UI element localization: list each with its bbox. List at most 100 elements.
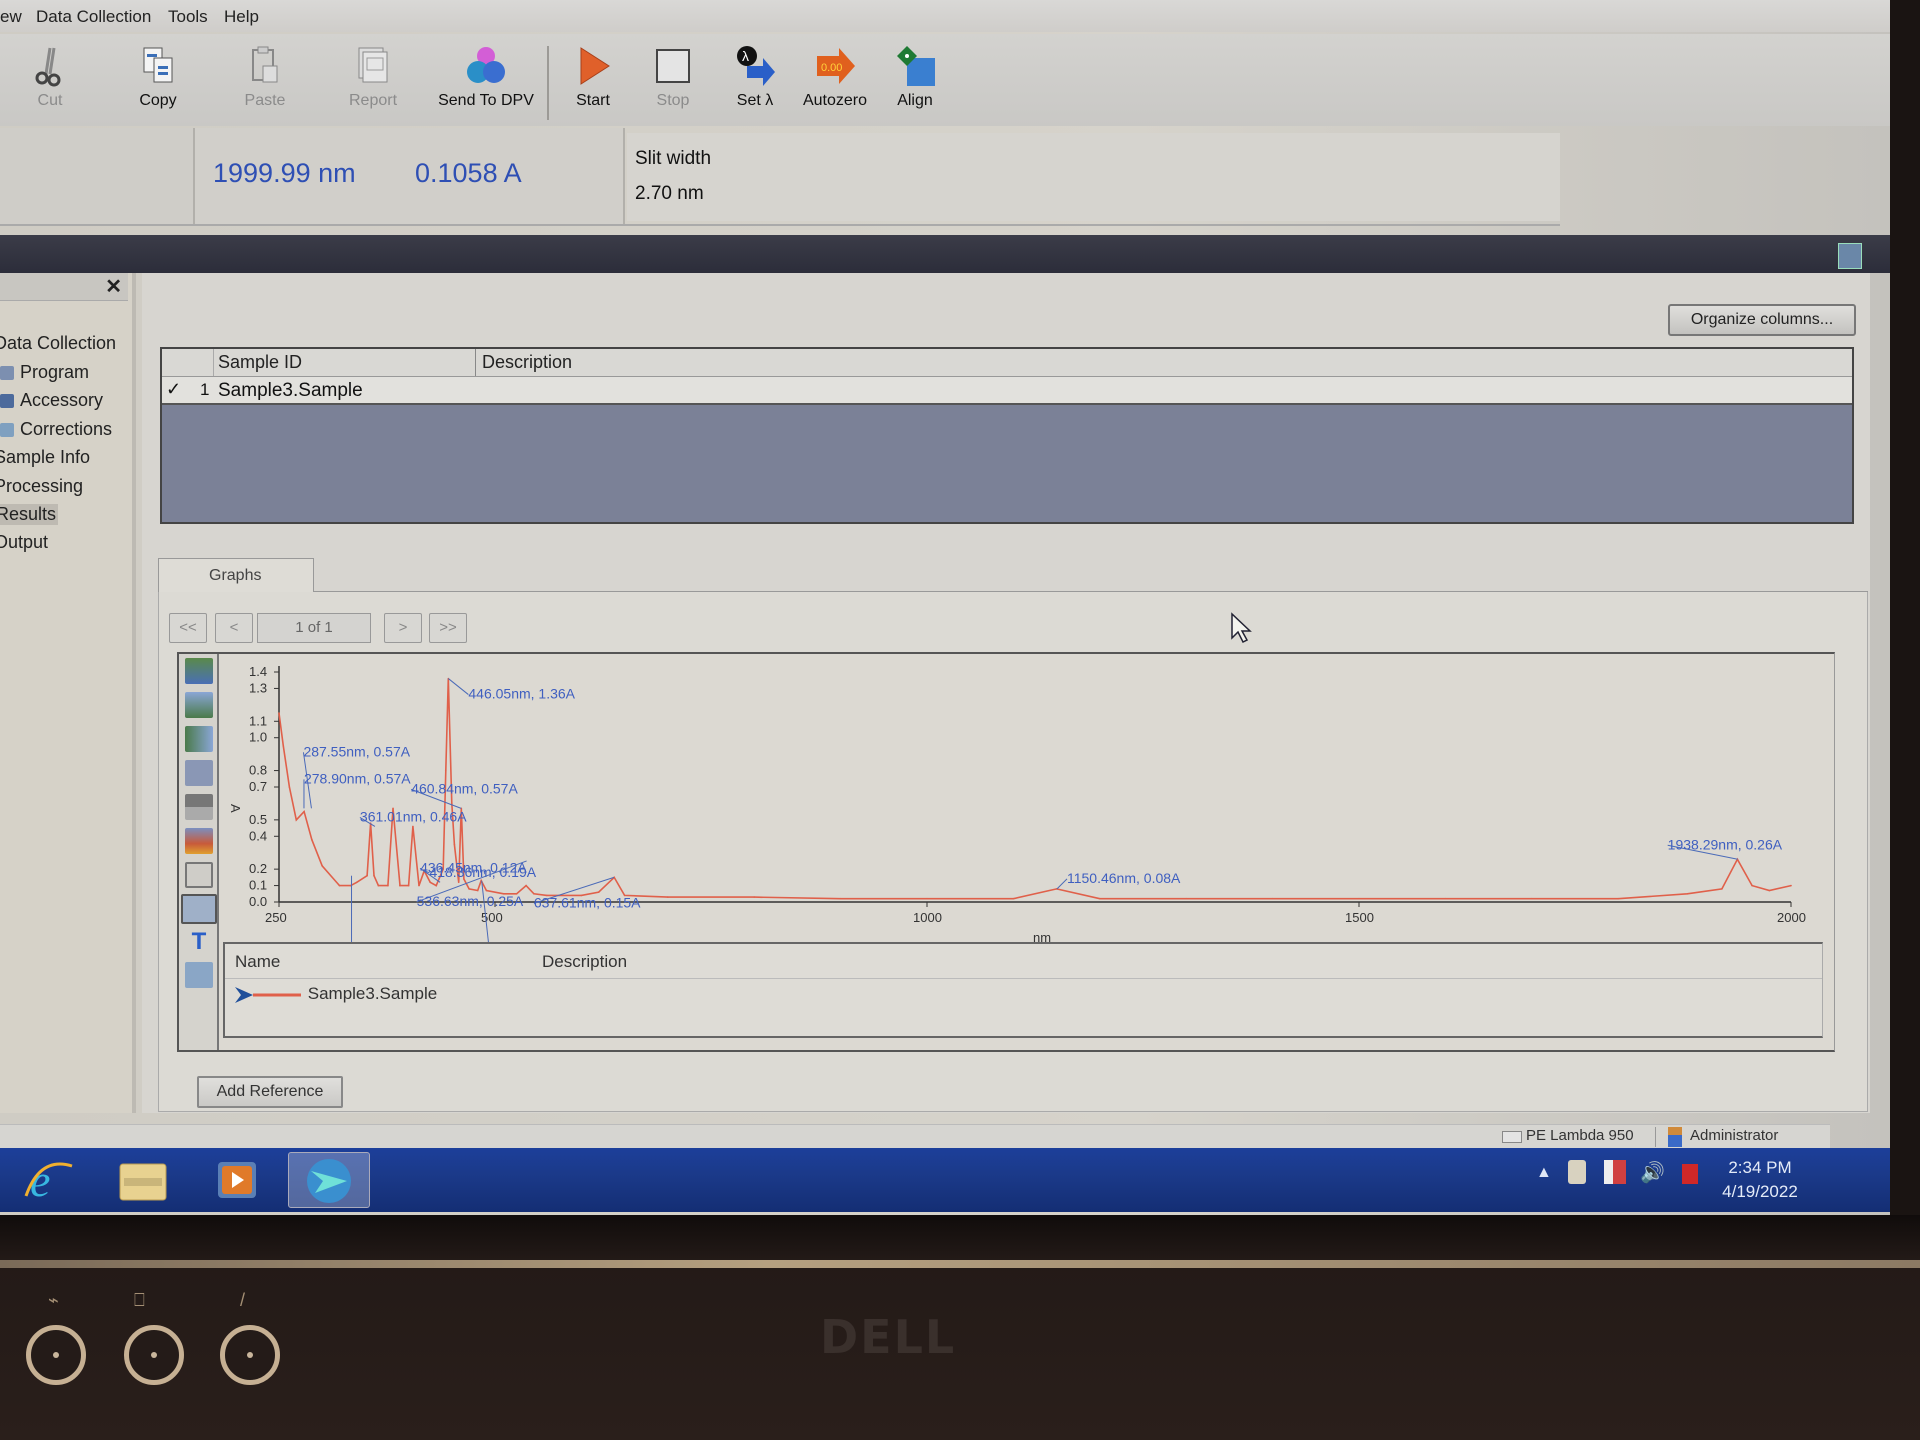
- taskbar-app[interactable]: e: [10, 1152, 90, 1208]
- autozero-button[interactable]: 0.00 Autozero: [790, 40, 880, 122]
- title-band: [0, 235, 1890, 273]
- data-point: [399, 884, 401, 887]
- data-point: [418, 884, 420, 887]
- y-tick-label: 0.0: [249, 894, 267, 909]
- last-page-button[interactable]: >>: [429, 613, 467, 643]
- menu-data-collection[interactable]: Data Collection: [36, 7, 151, 27]
- program-icon: [0, 366, 14, 381]
- start-button[interactable]: Start: [548, 40, 638, 122]
- align-button[interactable]: Align: [870, 40, 960, 122]
- label-icon[interactable]: [185, 862, 213, 888]
- page-indicator[interactable]: 1 of 1: [257, 613, 371, 643]
- peak-annotation[interactable]: 446.05nm, 1.36A: [468, 686, 575, 702]
- graph-mode-icon[interactable]: [181, 894, 217, 924]
- cursor-tool-icon[interactable]: [185, 760, 213, 786]
- header-sample-id[interactable]: Sample ID: [214, 349, 476, 376]
- volume-icon[interactable]: 🔊: [1640, 1160, 1665, 1185]
- zoom-all-icon[interactable]: [185, 658, 213, 684]
- y-tick-label: 1.1: [249, 713, 267, 728]
- input-select-label: ⎕: [134, 1290, 145, 1310]
- menu-help[interactable]: Help: [224, 7, 259, 27]
- peak-annotation[interactable]: 536.63nm, 0.25A: [417, 893, 524, 909]
- first-page-button[interactable]: <<: [169, 613, 207, 643]
- set-lambda-button[interactable]: λ Set λ: [710, 40, 800, 122]
- zoom-y-icon[interactable]: [185, 726, 213, 752]
- legend-row[interactable]: Sample3.Sample: [235, 984, 437, 1005]
- text-tool-icon[interactable]: T: [185, 930, 213, 956]
- nav-item-label: Accessory: [20, 390, 104, 410]
- next-page-button[interactable]: >: [384, 613, 422, 643]
- menu-view[interactable]: ew: [0, 7, 22, 27]
- monitor-button-1[interactable]: [26, 1325, 86, 1385]
- row-pointer-icon: [235, 986, 253, 1003]
- nav-item-processing[interactable]: Processing: [0, 476, 83, 497]
- report-icon: [358, 47, 388, 83]
- align-icon: [897, 46, 935, 86]
- taskbar-app-active[interactable]: [288, 1152, 370, 1208]
- peak-annotation[interactable]: 460.84nm, 0.57A: [411, 780, 518, 796]
- taskbar-app[interactable]: [102, 1152, 182, 1208]
- nav-item-program[interactable]: Program: [0, 362, 89, 383]
- system-clock[interactable]: 2:34 PM 4/19/2022: [1700, 1156, 1820, 1204]
- uv-winlab-icon: [307, 1159, 351, 1203]
- zoom-x-icon[interactable]: [185, 692, 213, 718]
- add-reference-button[interactable]: Add Reference: [197, 1076, 343, 1108]
- show-hidden-icons-icon[interactable]: ▲: [1536, 1164, 1552, 1182]
- taskbar-app[interactable]: [196, 1152, 276, 1208]
- graph-area: T 0.0 0.1 0.2 0.4 0.5 0.7 0.8 1.0 1.1 1.3 1.4 250 5…: [177, 652, 1835, 1052]
- data-point: [451, 802, 453, 805]
- data-point: [457, 881, 460, 884]
- y-tick-label: 0.8: [249, 763, 267, 778]
- overlay-icon[interactable]: [185, 794, 213, 820]
- nav-item-accessory[interactable]: Accessory: [0, 390, 103, 411]
- nav-item-results[interactable]: Results: [0, 504, 59, 525]
- stop-button[interactable]: Stop: [628, 40, 718, 122]
- window-icon[interactable]: [1838, 243, 1862, 269]
- properties-icon[interactable]: [185, 962, 213, 988]
- nav-item-corrections[interactable]: Corrections: [0, 419, 112, 440]
- y-tick-label: 1.0: [249, 730, 267, 745]
- organize-columns-button[interactable]: Organize columns...: [1668, 304, 1856, 336]
- copy-button[interactable]: Copy: [113, 40, 203, 122]
- data-point: [476, 889, 479, 892]
- network-icon[interactable]: [1568, 1160, 1586, 1184]
- paste-button[interactable]: Paste: [220, 40, 310, 122]
- data-point: [1185, 897, 1187, 900]
- data-point: [1358, 897, 1360, 900]
- peak-pick-icon[interactable]: [185, 828, 213, 854]
- row-checkbox[interactable]: ✓: [166, 379, 181, 400]
- nav-item-sample-info[interactable]: Sample Info: [0, 447, 90, 468]
- data-point: [377, 884, 380, 887]
- peak-annotation[interactable]: 1150.46nm, 0.08A: [1067, 870, 1181, 886]
- send-to-dpv-button[interactable]: Send To DPV: [436, 40, 536, 122]
- nav-item-data-collection[interactable]: Data Collection: [0, 333, 116, 354]
- action-center-flag-icon[interactable]: [1604, 1160, 1626, 1184]
- data-point: [321, 865, 323, 867]
- header-description[interactable]: Description: [476, 349, 1852, 376]
- report-button[interactable]: Report: [328, 40, 418, 122]
- peak-annotation[interactable]: 1938.29nm, 0.26A: [1668, 836, 1783, 852]
- nav-item-output[interactable]: Output: [0, 532, 48, 553]
- peak-annotation[interactable]: 637.61nm, 0.15A: [534, 894, 641, 910]
- prev-page-button[interactable]: <: [215, 613, 253, 643]
- peak-annotation[interactable]: 278.90nm, 0.57A: [304, 770, 411, 786]
- peak-annotation[interactable]: 361.01nm, 0.46A: [360, 808, 467, 824]
- play-icon: [580, 47, 610, 85]
- data-point: [278, 712, 280, 714]
- data-point: [1617, 897, 1619, 900]
- alert-tray-icon[interactable]: [1682, 1164, 1698, 1184]
- tab-graphs[interactable]: Graphs: [158, 558, 314, 592]
- instrument-icon: [1502, 1131, 1522, 1143]
- menu-tools[interactable]: Tools: [168, 7, 208, 27]
- graph-toolbar: T: [179, 654, 219, 1050]
- readout-blank-cell: [0, 128, 195, 224]
- close-icon[interactable]: ✕: [105, 274, 122, 299]
- slit-width-value: 2.70 nm: [635, 183, 704, 204]
- nav-item-label: Data Collection: [0, 333, 117, 353]
- peak-annotation[interactable]: 287.55nm, 0.57A: [303, 743, 410, 759]
- monitor-button-3[interactable]: [220, 1325, 280, 1385]
- table-row[interactable]: ✓ 1 Sample3.Sample: [162, 377, 1852, 405]
- data-point: [839, 897, 842, 900]
- monitor-button-2[interactable]: [124, 1325, 184, 1385]
- cut-button[interactable]: Cut: [5, 40, 95, 122]
